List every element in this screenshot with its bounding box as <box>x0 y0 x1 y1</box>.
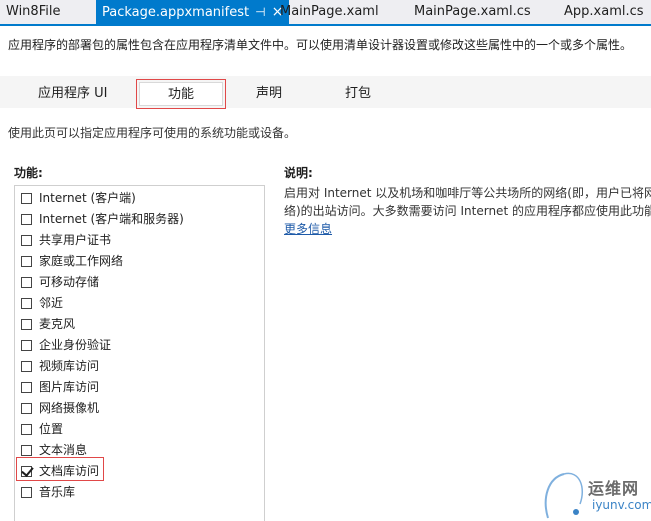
capability-label: Internet (客户端和服务器) <box>39 212 184 226</box>
tab-package-appxmanifest[interactable]: Package.appxmanifest ⊣ × <box>96 0 290 24</box>
manifest-description: 应用程序的部署包的属性包含在应用程序清单文件中。可以使用清单设计器设置或修改这些… <box>8 38 633 52</box>
watermark-title: 运维网 <box>588 479 640 498</box>
capability-label: 企业身份验证 <box>39 338 112 352</box>
tab-mainpage-xaml-cs[interactable]: MainPage.xaml.cs <box>414 0 531 24</box>
checkbox[interactable] <box>21 487 32 498</box>
capability-label: 音乐库 <box>39 485 76 499</box>
checkbox[interactable] <box>21 277 32 288</box>
capability-label: 视频库访问 <box>39 359 100 373</box>
capability-label: 可移动存储 <box>39 275 100 289</box>
checkbox[interactable] <box>21 319 32 330</box>
capability-label: 家庭或工作网络 <box>39 254 124 268</box>
capability-enterprise-authentication[interactable]: 企业身份验证 <box>21 335 111 356</box>
description-line-2: 络)的出站访问。大多数需要访问 Internet 的应用程序都应使用此功能 <box>284 204 651 218</box>
capability-label: 共享用户证书 <box>39 233 112 247</box>
description-text: 启用对 Internet 以及机场和咖啡厅等公共场所的网络(即，用户已将网 络)… <box>284 184 651 220</box>
document-tab-strip: Win8File Package.appxmanifest ⊣ × MainPage… <box>0 0 651 26</box>
tab-application-ui[interactable]: 应用程序 UI <box>38 82 107 106</box>
checkbox[interactable] <box>21 193 32 204</box>
checkbox[interactable] <box>21 382 32 393</box>
tab-packaging[interactable]: 打包 <box>345 82 371 106</box>
capability-location[interactable]: 位置 <box>21 419 63 440</box>
tab-mainpage-xaml[interactable]: MainPage.xaml <box>280 0 379 24</box>
checkbox[interactable] <box>21 256 32 267</box>
capability-shared-user-certificates[interactable]: 共享用户证书 <box>21 230 111 251</box>
tab-app-xaml-cs[interactable]: App.xaml.cs <box>564 0 644 24</box>
tab-win8file[interactable]: Win8File <box>6 0 60 24</box>
capability-label: Internet (客户端) <box>39 191 136 205</box>
capability-webcam[interactable]: 网络摄像机 <box>21 398 99 419</box>
capability-label: 麦克风 <box>39 317 76 331</box>
description-heading: 说明: <box>284 166 313 180</box>
more-info-link[interactable]: 更多信息 <box>284 220 332 237</box>
capability-proximity[interactable]: 邻近 <box>21 293 63 314</box>
capability-videos-library[interactable]: 视频库访问 <box>21 356 99 377</box>
pin-icon[interactable]: ⊣ <box>255 0 265 24</box>
capability-private-network[interactable]: 家庭或工作网络 <box>21 251 123 272</box>
capability-label: 邻近 <box>39 296 64 310</box>
tab-capabilities[interactable]: 功能 <box>136 79 226 109</box>
checkbox[interactable] <box>21 235 32 246</box>
checkbox[interactable] <box>21 445 32 456</box>
capability-microphone[interactable]: 麦克风 <box>21 314 75 335</box>
checkbox[interactable] <box>21 403 32 414</box>
description-line-1: 启用对 Internet 以及机场和咖啡厅等公共场所的网络(即，用户已将网 <box>284 186 651 200</box>
tab-package-label: Package.appxmanifest <box>102 5 250 20</box>
capability-label: 图片库访问 <box>39 380 100 394</box>
capability-removable-storage[interactable]: 可移动存储 <box>21 272 99 293</box>
capability-internet-client-server[interactable]: Internet (客户端和服务器) <box>21 209 184 230</box>
tab-declarations[interactable]: 声明 <box>256 82 282 106</box>
capability-music-library[interactable]: 音乐库 <box>21 482 75 503</box>
capabilities-heading: 功能: <box>14 166 43 180</box>
capability-label: 网络摄像机 <box>39 401 100 415</box>
capability-internet-client[interactable]: Internet (客户端) <box>21 188 136 209</box>
checkbox[interactable] <box>21 298 32 309</box>
page-hint: 使用此页可以指定应用程序可使用的系统功能或设备。 <box>8 126 297 140</box>
checkbox[interactable] <box>21 361 32 372</box>
checkbox[interactable] <box>21 424 32 435</box>
capability-label: 位置 <box>39 422 64 436</box>
watermark-url: iyunv.com <box>592 498 651 512</box>
checkbox[interactable] <box>21 340 32 351</box>
highlight-box <box>16 457 104 481</box>
capability-pictures-library[interactable]: 图片库访问 <box>21 377 99 398</box>
checkbox[interactable] <box>21 214 32 225</box>
